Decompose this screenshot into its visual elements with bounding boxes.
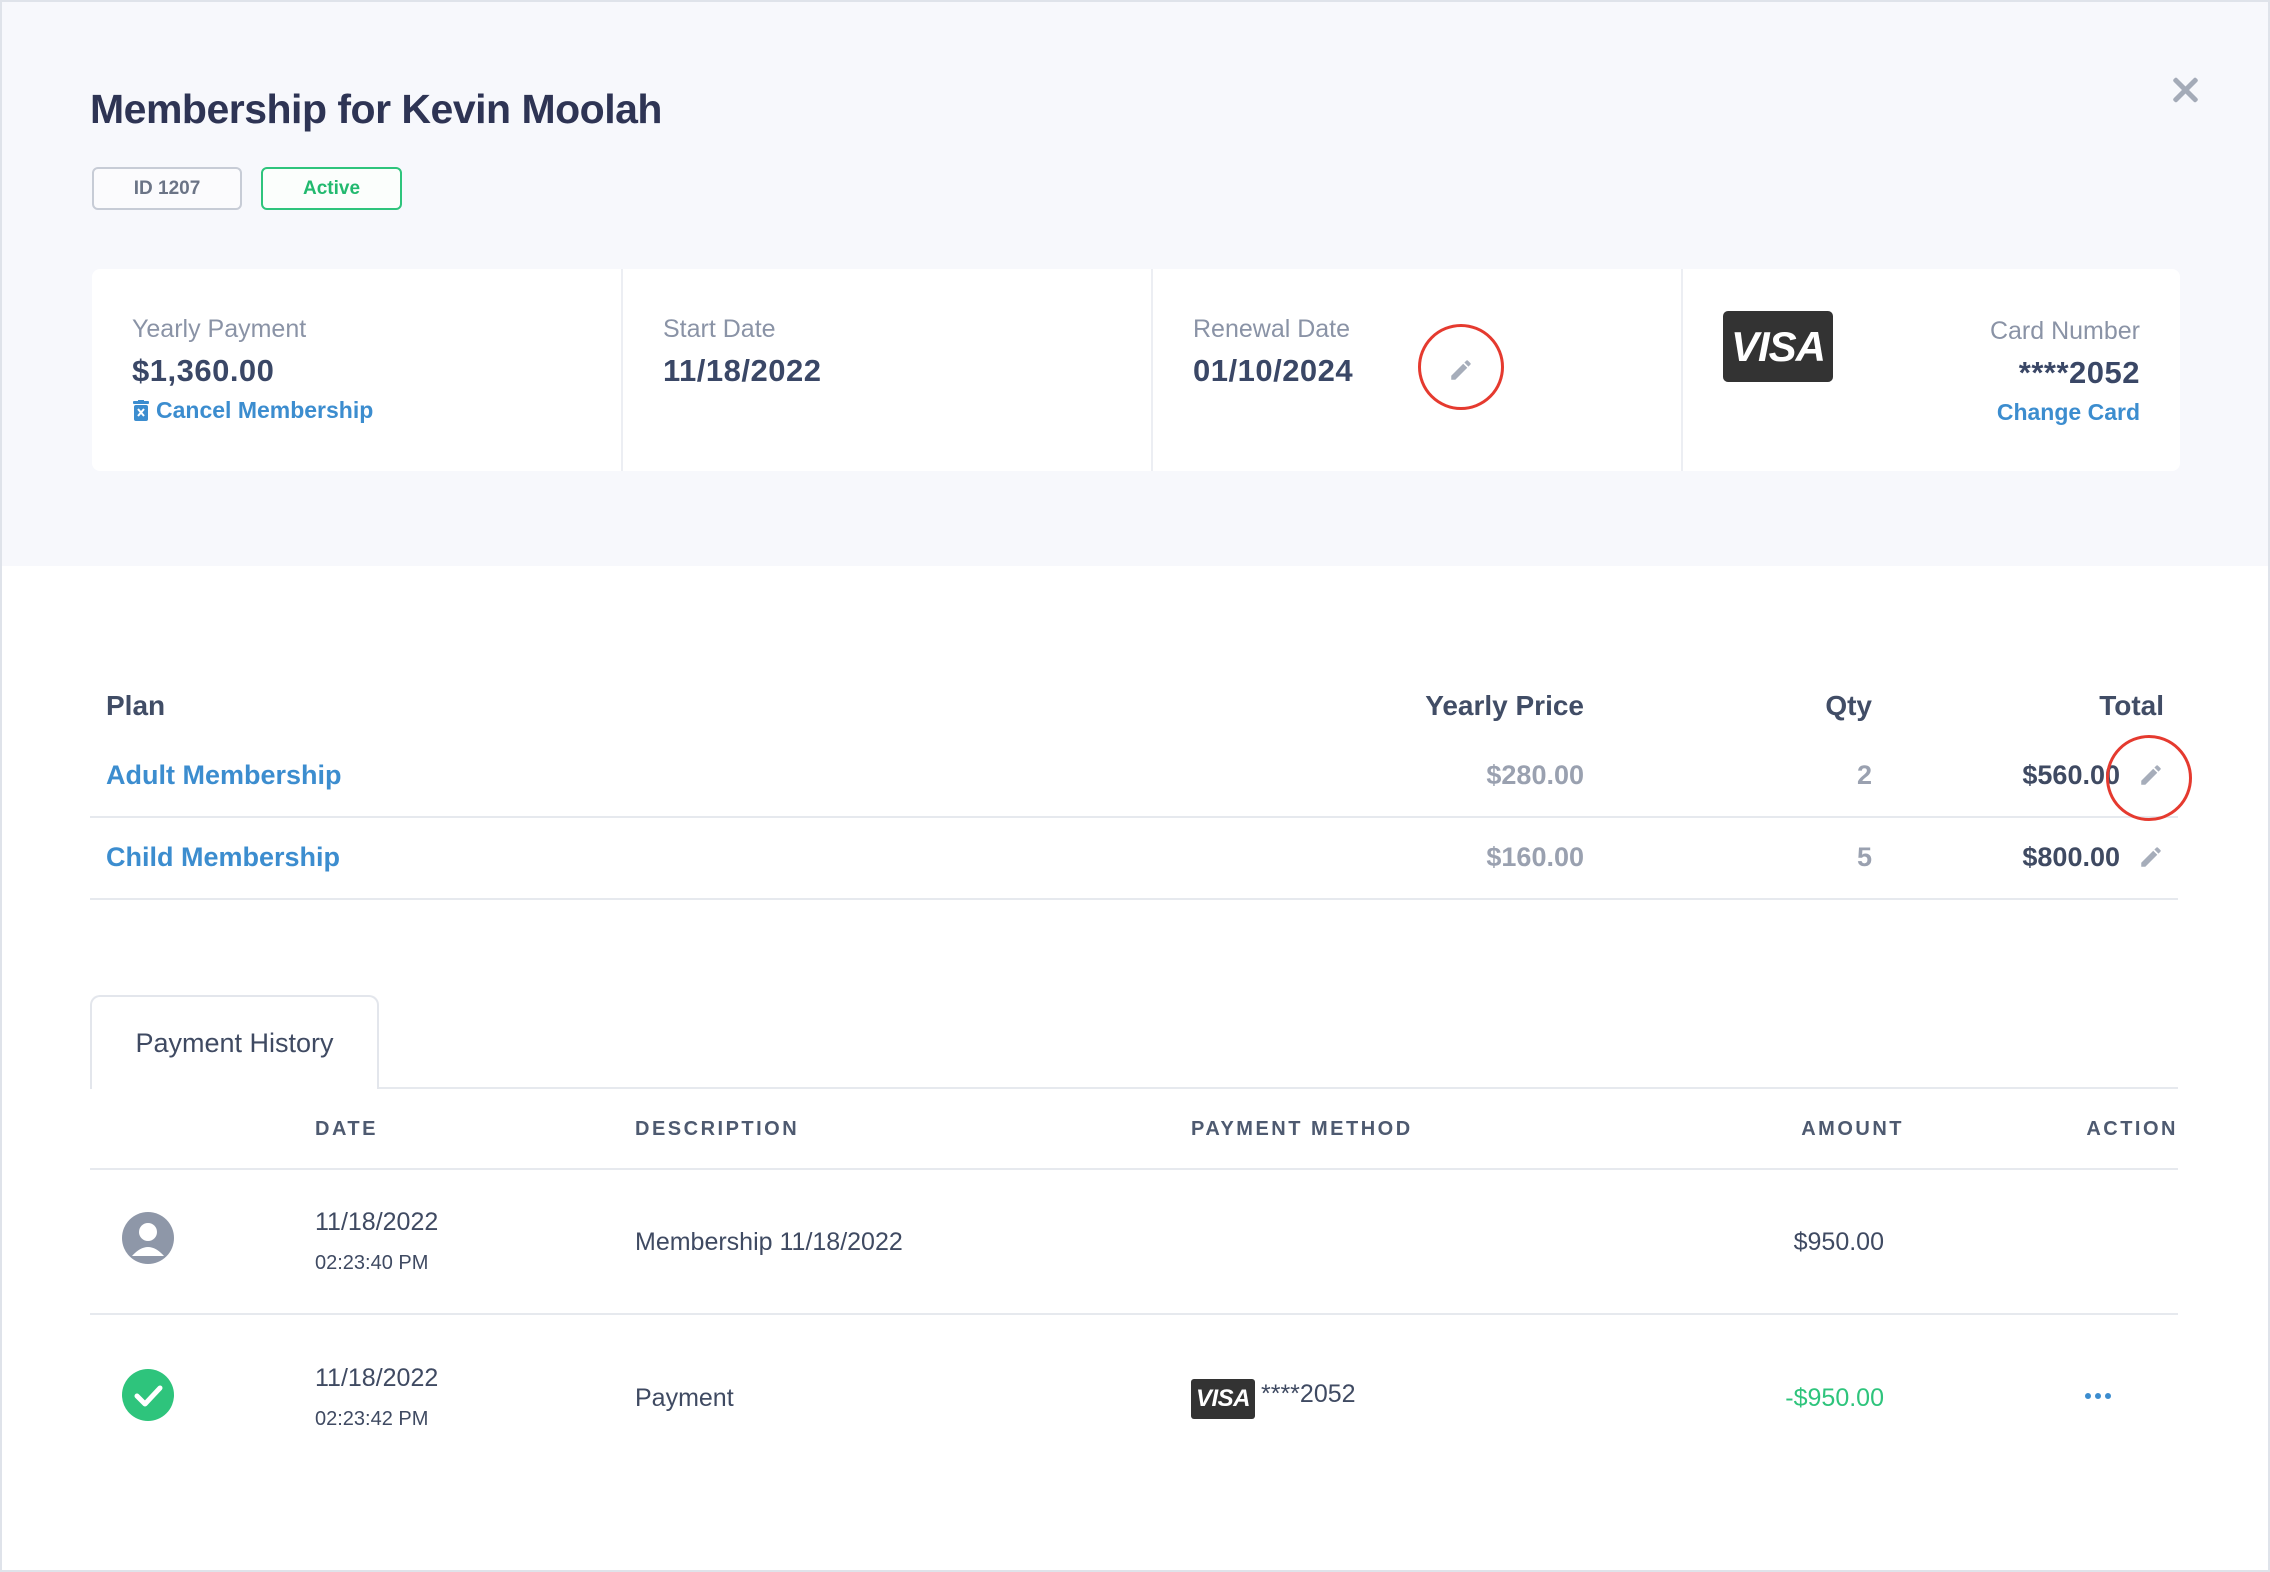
plan-qty: 2 — [1856, 760, 1872, 790]
table-row: Adult Membership $280.00 2 $560.00 — [90, 736, 2178, 818]
date-header: DATE — [315, 1118, 378, 1140]
page-title: Membership for Kevin Moolah — [90, 86, 662, 132]
cancel-membership-link[interactable]: Cancel Membership — [132, 397, 373, 424]
trash-icon — [133, 399, 149, 421]
edit-plan-icon[interactable] — [2138, 762, 2164, 788]
tab-divider — [90, 1087, 2178, 1089]
renewal-date-cell: Renewal Date 01/10/2024 — [1151, 269, 1681, 471]
plans-table-header: Plan Yearly Price Qty Total — [90, 680, 2178, 730]
start-date-value: 11/18/2022 — [663, 353, 822, 388]
card-number-label: Card Number — [1989, 317, 2140, 345]
yearly-payment-label: Yearly Payment — [132, 315, 307, 343]
yearly-price-header: Yearly Price — [1425, 690, 1584, 721]
edit-plan-icon[interactable] — [2138, 844, 2164, 870]
divider — [90, 1313, 2178, 1315]
card-cell: VISA Card Number ****2052 Change Card — [1681, 269, 2180, 471]
close-icon[interactable] — [2168, 74, 2202, 108]
plan-name-link[interactable]: Child Membership — [106, 842, 340, 873]
yearly-payment-value: $1,360.00 — [132, 353, 275, 388]
visa-logo: VISA — [1191, 1379, 1255, 1419]
payment-date: 11/18/2022 — [315, 1208, 439, 1236]
membership-id-badge: ID 1207 — [92, 167, 242, 210]
plan-header: Plan — [106, 690, 166, 721]
total-header: Total — [2099, 690, 2164, 721]
plan-total: $560.00 — [2022, 760, 2120, 790]
modal-header: Membership for Kevin Moolah ID 1207 Acti… — [2, 2, 2268, 566]
plan-qty: 5 — [1856, 842, 1872, 872]
tab-payment-history[interactable]: Payment History — [90, 995, 379, 1089]
check-circle-icon — [122, 1369, 174, 1421]
status-badge: Active — [261, 167, 402, 210]
renewal-date-label: Renewal Date — [1193, 315, 1351, 343]
action-header: ACTION — [2086, 1118, 2178, 1140]
visa-logo: VISA — [1723, 311, 1833, 382]
payment-time: 02:23:40 PM — [315, 1252, 429, 1274]
edit-renewal-date-icon[interactable] — [1448, 357, 1474, 383]
cancel-membership-label: Cancel Membership — [156, 397, 374, 423]
start-date-label: Start Date — [663, 315, 776, 343]
plan-name-link[interactable]: Adult Membership — [106, 760, 342, 791]
payment-amount: $950.00 — [1793, 1228, 1884, 1256]
plan-price: $160.00 — [1486, 842, 1584, 872]
table-row: Child Membership $160.00 5 $800.00 — [90, 818, 2178, 900]
divider — [90, 1168, 2178, 1170]
renewal-date-value: 01/10/2024 — [1193, 353, 1354, 388]
qty-header: Qty — [1825, 690, 1872, 721]
payment-method-card: ****2052 — [1261, 1380, 1356, 1408]
payment-method-header: PAYMENT METHOD — [1191, 1118, 1413, 1140]
payment-description: Membership 11/18/2022 — [635, 1228, 903, 1256]
payment-date: 11/18/2022 — [315, 1364, 439, 1392]
description-header: DESCRIPTION — [635, 1118, 800, 1140]
change-card-link[interactable]: Change Card — [1997, 399, 2140, 426]
amount-header: AMOUNT — [1801, 1118, 1904, 1140]
payment-description: Payment — [635, 1384, 734, 1412]
payment-time: 02:23:42 PM — [315, 1408, 429, 1430]
plan-total: $800.00 — [2022, 842, 2120, 872]
card-number-value: ****2052 — [2018, 355, 2140, 390]
payment-amount: -$950.00 — [1785, 1384, 1884, 1412]
user-icon — [122, 1212, 174, 1264]
start-date-cell: Start Date 11/18/2022 — [621, 269, 1151, 471]
plan-price: $280.00 — [1486, 760, 1584, 790]
more-actions-icon[interactable] — [2085, 1393, 2111, 1401]
yearly-payment-cell: Yearly Payment $1,360.00 Cancel Membersh… — [92, 269, 621, 471]
membership-summary: Yearly Payment $1,360.00 Cancel Membersh… — [92, 269, 2180, 471]
